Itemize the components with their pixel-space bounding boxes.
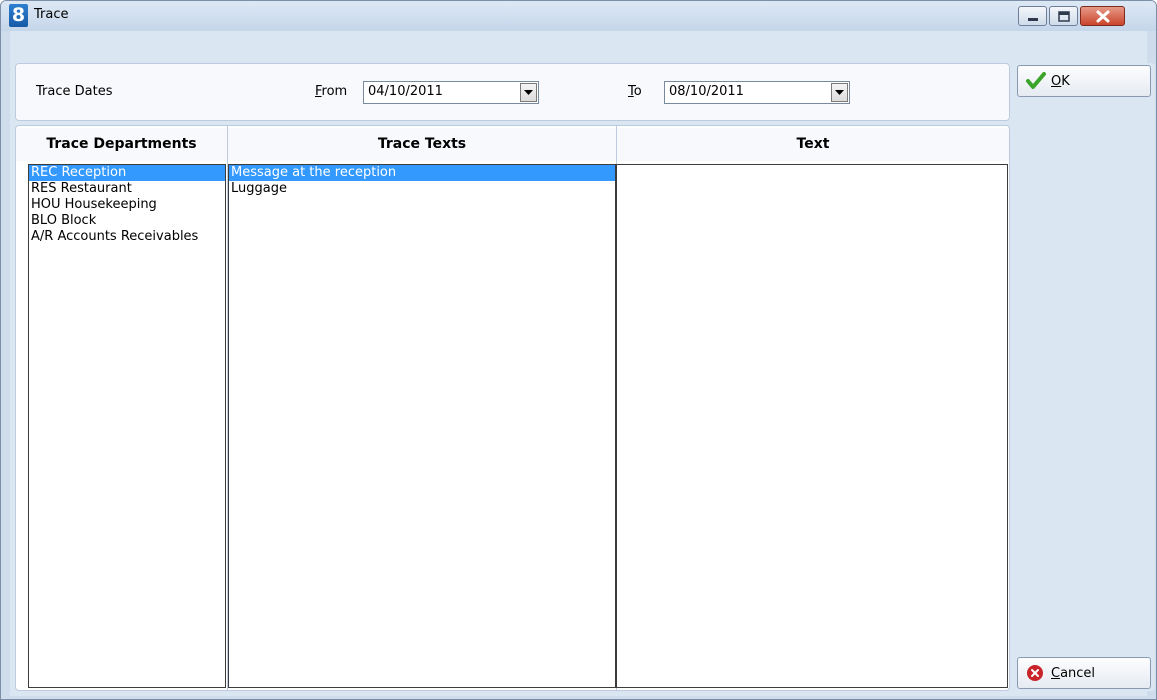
trace-texts-header: Trace Texts (228, 128, 616, 161)
list-item[interactable]: HOU Housekeeping (29, 197, 225, 213)
from-date-dropdown-button[interactable] (520, 83, 537, 102)
close-button[interactable] (1080, 6, 1125, 26)
chevron-down-icon (524, 90, 533, 95)
list-item[interactable]: BLO Block (29, 213, 225, 229)
to-date-value: 08/10/2011 (669, 84, 744, 99)
button-panel (1014, 63, 1155, 691)
to-date-combo[interactable]: 08/10/2011 (664, 81, 850, 104)
ok-mnemonic: O (1051, 74, 1062, 89)
maximize-icon (1058, 11, 1070, 22)
cancel-mnemonic: C (1051, 666, 1061, 681)
minimize-button[interactable] (1018, 6, 1047, 26)
cancel-icon (1027, 665, 1043, 681)
app-icon: 8 (9, 4, 28, 27)
list-item[interactable]: RES Restaurant (29, 181, 225, 197)
list-item[interactable]: REC Reception (29, 165, 225, 181)
to-label-rest: o (633, 84, 642, 99)
maximize-button[interactable] (1049, 6, 1078, 26)
chevron-down-icon (835, 90, 844, 95)
checkmark-icon (1026, 72, 1046, 89)
trace-texts-list[interactable]: Message at the reception Luggage (228, 164, 616, 688)
title-bar[interactable]: 8 Trace (1, 1, 1156, 31)
text-detail-box[interactable] (616, 164, 1008, 688)
text-header: Text (617, 128, 1009, 161)
ok-button[interactable]: OK (1017, 65, 1151, 97)
from-label: From (315, 84, 347, 99)
list-item[interactable]: Message at the reception (229, 165, 615, 181)
trace-departments-header: Trace Departments (16, 128, 227, 161)
minimize-icon (1028, 18, 1038, 21)
ok-button-label: OK (1051, 74, 1070, 89)
list-item[interactable]: A/R Accounts Receivables (29, 229, 225, 245)
trace-departments-list[interactable]: REC Reception RES Restaurant HOU Housekeep… (28, 164, 226, 688)
to-date-dropdown-button[interactable] (831, 83, 848, 102)
trace-window: 8 Trace Trace Dates From 04/10/2011 To 0… (0, 0, 1157, 700)
cancel-rest: ancel (1060, 666, 1096, 681)
window-title: Trace (34, 7, 69, 22)
from-label-rest: rom (321, 84, 348, 99)
from-date-value: 04/10/2011 (368, 84, 443, 99)
trace-dates-label: Trace Dates (36, 84, 113, 99)
ok-rest: K (1061, 74, 1070, 89)
list-item[interactable]: Luggage (229, 181, 615, 197)
to-label: To (628, 84, 642, 99)
from-date-combo[interactable]: 04/10/2011 (363, 81, 539, 104)
cancel-button-label: Cancel (1051, 666, 1095, 681)
cancel-button[interactable]: Cancel (1017, 657, 1151, 689)
close-icon (1096, 10, 1110, 23)
